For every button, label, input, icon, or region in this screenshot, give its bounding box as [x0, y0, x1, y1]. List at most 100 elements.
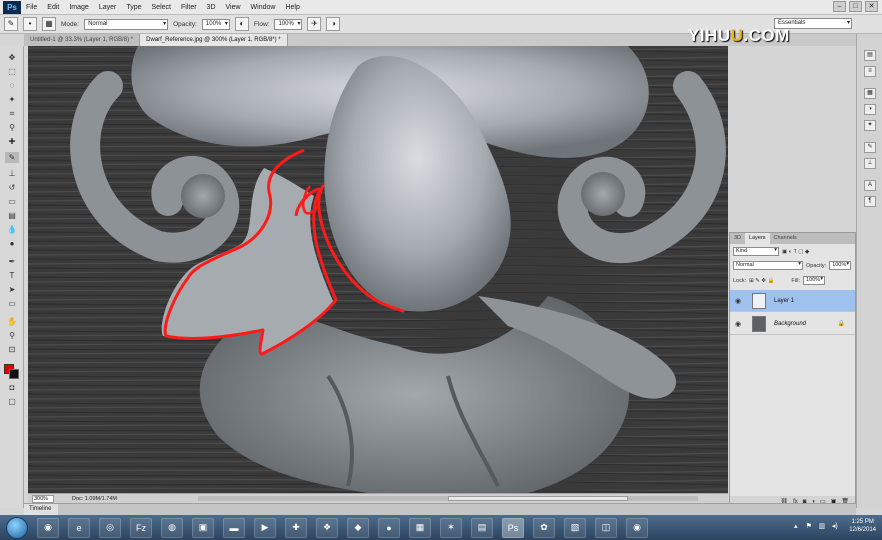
- mode-select[interactable]: Normal: [84, 18, 169, 30]
- fill-input[interactable]: 100%: [802, 276, 825, 285]
- brush-panel-icon[interactable]: ▦: [42, 17, 56, 31]
- pressure-size-icon[interactable]: ◑: [326, 17, 341, 31]
- network-icon[interactable]: ▥: [817, 522, 826, 531]
- kind-filter-select[interactable]: Kind: [733, 247, 779, 256]
- timeline-tab[interactable]: Timeline: [24, 504, 58, 515]
- menu-window[interactable]: Window: [246, 4, 281, 11]
- app-icon[interactable]: ◫: [595, 517, 617, 538]
- menu-layer[interactable]: Layer: [94, 4, 122, 11]
- tab-untitled[interactable]: Untitled-1 @ 33.3% (Layer 1, RGB/8) *: [24, 34, 141, 46]
- app-icon[interactable]: ✶: [440, 517, 462, 538]
- hand-tool-icon[interactable]: ✋: [5, 316, 19, 327]
- path-select-tool-icon[interactable]: ➤: [5, 284, 19, 295]
- quick-select-tool-icon[interactable]: ✦: [5, 94, 19, 105]
- brush-panel-icon[interactable]: ✎: [864, 142, 876, 153]
- dropbox-icon[interactable]: ❖: [316, 517, 338, 538]
- minimize-button[interactable]: –: [833, 1, 846, 12]
- app-icon[interactable]: ◆: [347, 517, 369, 538]
- gradient-tool-icon[interactable]: ▤: [5, 210, 19, 221]
- filter-icons[interactable]: ▣ ◐ T ▢ ◆: [782, 249, 809, 255]
- lock-icons[interactable]: ⊞ ✎ ✥ 🔒: [749, 278, 774, 284]
- app-icon[interactable]: ✿: [533, 517, 555, 538]
- app-icon[interactable]: ▤: [471, 517, 493, 538]
- menu-help[interactable]: Help: [280, 4, 304, 11]
- move-tool-icon[interactable]: ✥: [5, 52, 19, 63]
- history-brush-tool-icon[interactable]: ↺: [5, 182, 19, 193]
- tab-dwarf-reference[interactable]: Dwarf_Reference.jpg @ 300% (Layer 1, RGB…: [140, 34, 288, 46]
- layer-row-background[interactable]: ◉ Background 🔒: [730, 313, 855, 335]
- background-color-swatch[interactable]: [9, 369, 19, 379]
- visibility-eye-icon[interactable]: ◉: [735, 320, 744, 328]
- camtasia-icon[interactable]: ✚: [285, 517, 307, 538]
- swatches-panel-icon[interactable]: ▦: [864, 88, 876, 99]
- brush-preset-icon[interactable]: ✎: [4, 17, 18, 31]
- menu-filter[interactable]: Filter: [176, 4, 202, 11]
- scrollbar-thumb[interactable]: [448, 496, 628, 501]
- marquee-tool-icon[interactable]: ⬚: [5, 66, 19, 77]
- photoshop-icon[interactable]: Ps: [502, 517, 524, 538]
- app-icon[interactable]: ▣: [192, 517, 214, 538]
- close-button[interactable]: ✕: [865, 1, 878, 12]
- lasso-tool-icon[interactable]: ◌: [5, 80, 19, 91]
- menu-edit[interactable]: Edit: [42, 4, 64, 11]
- styles-panel-icon[interactable]: ✦: [864, 120, 876, 131]
- media-player-icon[interactable]: ▶: [254, 517, 276, 538]
- app-icon[interactable]: ●: [378, 517, 400, 538]
- flow-input[interactable]: 100%: [274, 18, 303, 30]
- tab-layers[interactable]: Layers: [745, 233, 770, 244]
- menu-type[interactable]: Type: [121, 4, 146, 11]
- maximize-button[interactable]: □: [849, 1, 862, 12]
- adjustments-panel-icon[interactable]: ◑: [864, 104, 876, 115]
- menu-image[interactable]: Image: [64, 4, 93, 11]
- opacity-input[interactable]: 100%: [201, 18, 230, 30]
- eraser-tool-icon[interactable]: ▭: [5, 196, 19, 207]
- blend-mode-select[interactable]: Normal: [733, 261, 803, 270]
- menu-view[interactable]: View: [221, 4, 246, 11]
- quick-mask-icon[interactable]: ◘: [5, 382, 19, 393]
- airbrush-icon[interactable]: ✈: [307, 17, 322, 31]
- layer-row-layer-1[interactable]: ◉ Layer 1: [730, 290, 855, 312]
- menu-select[interactable]: Select: [147, 4, 176, 11]
- dodge-tool-icon[interactable]: ●: [5, 238, 19, 249]
- zoom-tool-icon[interactable]: ⚲: [5, 330, 19, 341]
- chrome-icon[interactable]: ◎: [99, 517, 121, 538]
- shape-tool-icon[interactable]: ▭: [5, 298, 19, 309]
- app-icon[interactable]: ◉: [626, 517, 648, 538]
- screen-mode-icon[interactable]: ▢: [5, 396, 19, 407]
- flag-icon[interactable]: ⚑: [804, 522, 813, 531]
- history-panel-icon[interactable]: ▤: [864, 50, 876, 61]
- filezilla-icon[interactable]: Fz: [130, 517, 152, 538]
- menu-file[interactable]: File: [21, 4, 42, 11]
- eyedropper-tool-icon[interactable]: ⚲: [5, 122, 19, 133]
- app-icon[interactable]: ▦: [409, 517, 431, 538]
- visibility-eye-icon[interactable]: ◉: [735, 297, 744, 305]
- tray-arrow-icon[interactable]: ▴: [791, 522, 800, 531]
- clone-source-panel-icon[interactable]: ⊥: [864, 158, 876, 169]
- blur-tool-icon[interactable]: 💧: [5, 224, 19, 235]
- pressure-opacity-icon[interactable]: ◐: [234, 17, 249, 31]
- document-info[interactable]: Doc: 1.09M/1.74M: [72, 496, 117, 502]
- brush-size-icon[interactable]: •: [23, 17, 37, 31]
- crop-tool-icon[interactable]: ⌗: [5, 108, 19, 119]
- horizontal-scrollbar[interactable]: [198, 496, 698, 501]
- firefox-icon[interactable]: ◉: [37, 517, 59, 538]
- menu-3d[interactable]: 3D: [202, 4, 221, 11]
- paragraph-panel-icon[interactable]: ¶: [864, 196, 876, 207]
- volume-icon[interactable]: ◂): [830, 522, 839, 531]
- folder-icon[interactable]: ▬: [223, 517, 245, 538]
- stamp-tool-icon[interactable]: ⊥: [5, 168, 19, 179]
- tab-3d[interactable]: 3D: [730, 233, 745, 244]
- app-icon[interactable]: ▧: [564, 517, 586, 538]
- tab-channels[interactable]: Channels: [770, 233, 801, 244]
- pen-tool-icon[interactable]: ✒: [5, 256, 19, 267]
- brush-tool-icon[interactable]: ✎: [5, 152, 19, 163]
- system-clock[interactable]: 1:25 PM 12/6/2014: [849, 518, 876, 534]
- document-canvas[interactable]: [28, 46, 728, 493]
- character-panel-icon[interactable]: A: [864, 180, 876, 191]
- ie-icon[interactable]: e: [68, 517, 90, 538]
- properties-panel-icon[interactable]: ≡: [864, 66, 876, 77]
- start-button[interactable]: [6, 516, 28, 539]
- type-tool-icon[interactable]: T: [5, 270, 19, 281]
- default-colors-icon[interactable]: ⊡: [5, 344, 19, 355]
- layer-opacity-input[interactable]: 100%: [829, 261, 852, 270]
